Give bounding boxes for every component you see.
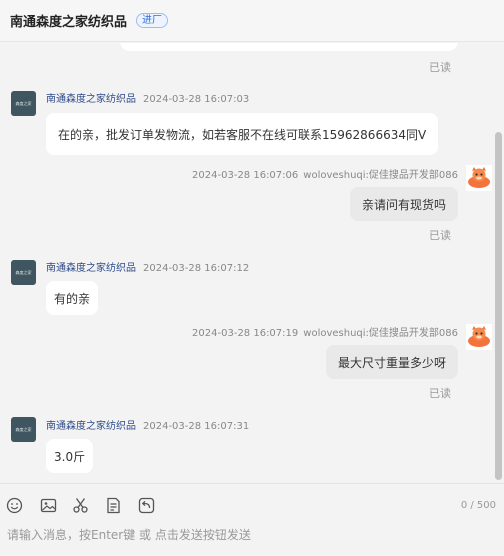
sender-name[interactable]: 南通森度之家纺织品 — [46, 94, 136, 105]
message-time: 2024-03-28 16:07:19 — [192, 328, 299, 339]
message-bubble: 最大尺寸重量多少呀 — [325, 345, 458, 379]
user-avatar[interactable] — [466, 324, 492, 350]
message-text: 3.0斤 — [54, 449, 86, 464]
read-status: 已读 — [429, 229, 451, 242]
image-icon[interactable] — [39, 496, 57, 514]
shop-avatar-text: 森度之家 — [15, 269, 32, 275]
shop-avatar[interactable]: 森度之家 — [11, 91, 36, 116]
sender-name[interactable]: 南通森度之家纺织品 — [46, 421, 136, 432]
message-text: 最大尺寸重量多少呀 — [337, 355, 446, 370]
sender-name: woloveshuqi:促佳搜品开发部086 — [303, 328, 458, 339]
message-meta: 南通森度之家纺织品 2024-03-28 16:07:31 — [46, 417, 249, 432]
message-text: 亲请问有现货吗 — [361, 197, 446, 212]
message-bubble: 3.0斤 — [46, 439, 94, 473]
sender-name[interactable]: 南通森度之家纺织品 — [46, 263, 136, 274]
message-meta: 2024-03-28 16:07:06 woloveshuqi:促佳搜品开发部08… — [192, 166, 458, 181]
scissors-icon[interactable] — [71, 496, 89, 514]
shop-title[interactable]: 南通森度之家纺织品 — [10, 11, 127, 30]
message-text: 有的亲 — [54, 291, 91, 306]
message-meta: 南通森度之家纺织品 2024-03-28 16:07:03 — [46, 90, 249, 105]
message-list[interactable]: 已读 森度之家 南通森度之家纺织品 2024-03-28 16:07:03 在的亲… — [0, 43, 504, 483]
message-composer: 0 / 500 请输入消息，按Enter键 或 点击发送按钮发送 — [0, 483, 504, 556]
message-meta: 2024-03-28 16:07:19 woloveshuqi:促佳搜品开发部08… — [192, 324, 458, 339]
shop-avatar-text: 森度之家 — [15, 100, 32, 106]
shop-avatar[interactable]: 森度之家 — [11, 417, 36, 442]
message-bubble: 在的亲，批发订单发物流，如若客服不在线可联系15962866634同V — [46, 113, 439, 155]
message-time: 2024-03-28 16:07:06 — [192, 170, 299, 181]
shop-avatar-text: 森度之家 — [15, 426, 32, 432]
message-time: 2024-03-28 16:07:03 — [143, 94, 250, 105]
quick-reply-icon[interactable] — [137, 496, 155, 514]
char-counter: 0 / 500 — [460, 500, 496, 511]
message-text: 在的亲，批发订单发物流，如若客服不在线可联系15962866634同V — [58, 127, 427, 142]
message-bubble: 有的亲 — [46, 281, 99, 315]
order-icon[interactable] — [104, 496, 122, 514]
message-bubble: 亲请问有现货吗 — [349, 187, 458, 221]
partial-message-bubble — [120, 43, 458, 51]
message-meta: 南通森度之家纺织品 2024-03-28 16:07:12 — [46, 259, 249, 274]
message-input[interactable]: 请输入消息，按Enter键 或 点击发送按钮发送 — [7, 526, 251, 543]
chat-scrollbar[interactable] — [495, 132, 502, 480]
message-time: 2024-03-28 16:07:31 — [143, 421, 250, 432]
chat-header: 南通森度之家纺织品 进厂 — [0, 0, 504, 42]
factory-tag[interactable]: 进厂 — [136, 13, 169, 28]
emoji-icon[interactable] — [5, 496, 23, 514]
sender-name: woloveshuqi:促佳搜品开发部086 — [303, 170, 458, 181]
read-status: 已读 — [429, 61, 451, 74]
read-status: 已读 — [429, 387, 451, 400]
shop-avatar[interactable]: 森度之家 — [11, 260, 36, 285]
message-time: 2024-03-28 16:07:12 — [143, 263, 250, 274]
user-avatar[interactable] — [466, 165, 492, 191]
